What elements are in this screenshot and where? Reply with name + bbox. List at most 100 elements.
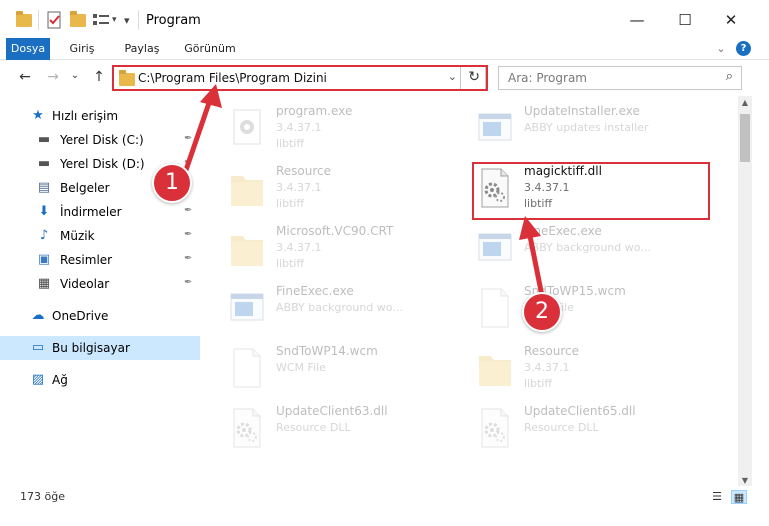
maximize-button[interactable]: ☐ [670,8,700,32]
file-item[interactable]: program.exe 3.4.37.1 libtiff [206,100,446,156]
file-detail: ABBY background wo... [276,301,403,314]
pin-icon: ✒ [184,277,193,288]
file-item[interactable]: SndToWP14.wcm WCM File [206,340,446,396]
folder-icon [476,346,514,390]
file-list: program.exe 3.4.37.1 libtiff UpdateInstalle… [202,96,738,476]
file-name: Microsoft.VC90.CRT [276,224,394,238]
application-icon [228,286,266,330]
executable-icon [228,106,266,150]
up-button[interactable]: ↑ [90,69,108,85]
new-folder-icon[interactable] [70,10,86,30]
sidebar-item-label: Yerel Disk (D:) [60,157,145,171]
file-item[interactable]: UpdateClient63.dll Resource DLL [206,400,446,456]
sidebar-item[interactable]: ★ Hızlı erişim [0,104,200,128]
help-icon[interactable]: ? [736,41,751,56]
tab-home[interactable]: Giriş [62,38,102,60]
file-name: Resource [276,164,332,178]
details-view-button[interactable]: ☰ [709,490,725,504]
file-item[interactable]: Resource 3.4.37.1 libtiff [206,160,446,216]
file-name: UpdateClient65.dll [524,404,636,418]
sidebar-item-label: Resimler [60,253,113,267]
ribbon-tabs: Dosya Giriş Paylaş Görünüm ⌄ ? [0,38,769,94]
search-input[interactable]: Ara: Program [508,71,587,85]
sidebar-item[interactable]: ☁ OneDrive [0,304,200,328]
file-name: Resource [524,344,580,358]
sidebar-item-label: Bu bilgisayar [52,341,130,355]
file-item[interactable]: SndToWP15.wcmWCM File [454,280,694,336]
dll-file-icon [228,406,266,450]
scroll-up-button[interactable]: ▲ [738,96,752,110]
tab-share[interactable]: Paylaş [118,38,166,60]
file-highlight-box [472,162,710,220]
sidebar-item-label: Hızlı erişim [52,109,119,123]
pin-icon: ✒ [184,253,193,264]
title-divider [38,10,39,30]
sidebar-item[interactable]: ▨ Ağ [0,368,200,392]
file-detail: 3.4.37.1 [276,181,322,194]
address-highlight-box [112,65,488,91]
computer-icon: ▭ [31,340,45,355]
vertical-scrollbar[interactable]: ▲ ▼ [738,96,752,490]
pin-icon: ✒ [184,133,193,144]
sidebar-item[interactable]: ▭ Bu bilgisayar [0,336,200,360]
step-2-badge: 2 [522,292,562,332]
file-detail: libtiff [276,257,305,270]
sidebar-item-label: Videolar [60,277,110,291]
quick-access-folder-icon[interactable] [16,10,32,30]
file-detail: libtiff [276,197,305,210]
minimize-button[interactable]: — [622,8,652,32]
file-name: UpdateClient63.dll [276,404,388,418]
star-icon: ★ [32,108,44,123]
file-item[interactable]: FineExec.exe ABBY background wo... [454,220,694,276]
sidebar-item-label: Ağ [52,373,68,387]
file-name: FineExec.exe [524,224,602,238]
music-icon: ♪ [39,228,49,243]
sidebar-item[interactable]: ▣ Resimler ✒ [0,248,200,272]
status-bar: 173 öğe ☰ ▦ [0,486,769,510]
file-detail: 3.4.37.1 [276,121,322,134]
view-options-icon[interactable] [92,10,110,30]
file-item[interactable]: UpdateClient65.dll Resource DLL [454,400,694,456]
forward-button[interactable]: → [44,69,62,85]
sidebar-item-label: Müzik [60,229,95,243]
video-icon: ▦ [37,276,51,291]
file-name: SndToWP14.wcm [276,344,378,358]
file-detail: libtiff [276,137,305,150]
file-detail: WCM File [276,361,326,374]
scroll-thumb[interactable] [740,114,750,162]
drive-icon: ▬ [37,132,51,147]
customize-toolbar-icon[interactable]: ▾ [124,10,130,30]
file-detail: ABBY updates installer [524,121,649,134]
search-box[interactable]: Ara: Program ⌕ [498,66,742,90]
sidebar-item[interactable]: ▬ Yerel Disk (C:) ✒ [0,128,200,152]
sidebar-item[interactable]: ▦ Videolar ✒ [0,272,200,296]
tab-view[interactable]: Görünüm [180,38,240,60]
file-detail: ABBY background wo... [524,241,651,254]
sidebar-item[interactable]: ⬇ İndirmeler ✒ [0,200,200,224]
properties-icon[interactable] [46,10,62,30]
sidebar-item-label: OneDrive [52,309,109,323]
back-button[interactable]: ← [16,69,34,85]
pin-icon: ✒ [184,205,193,216]
document-icon: ▤ [37,180,51,195]
title-divider [138,10,139,30]
pin-icon: ✒ [184,229,193,240]
title-bar: ▾ ▾ Program — ☐ ✕ [0,0,769,38]
search-icon[interactable]: ⌕ [726,69,733,84]
file-icon [476,286,514,330]
folder-icon [228,166,266,210]
file-item[interactable]: UpdateInstaller.exe ABBY updates installe… [454,100,694,156]
file-item[interactable]: FineExec.exe ABBY background wo... [206,280,446,336]
application-icon [476,106,514,150]
file-name: FineExec.exe [276,284,354,298]
file-item[interactable]: Resource 3.4.37.1 libtiff [454,340,694,396]
file-item[interactable]: Microsoft.VC90.CRT 3.4.37.1 libtiff [206,220,446,276]
expand-ribbon-icon[interactable]: ⌄ [712,38,730,60]
recent-locations-button[interactable]: ⌄ [66,70,84,81]
close-button[interactable]: ✕ [716,8,746,32]
quick-access-dropdown-icon[interactable]: ▾ [112,10,117,30]
tiles-view-button[interactable]: ▦ [731,490,747,504]
drive-icon: ▬ [37,156,51,171]
sidebar-item[interactable]: ♪ Müzik ✒ [0,224,200,248]
sidebar-item-label: İndirmeler [60,205,122,219]
